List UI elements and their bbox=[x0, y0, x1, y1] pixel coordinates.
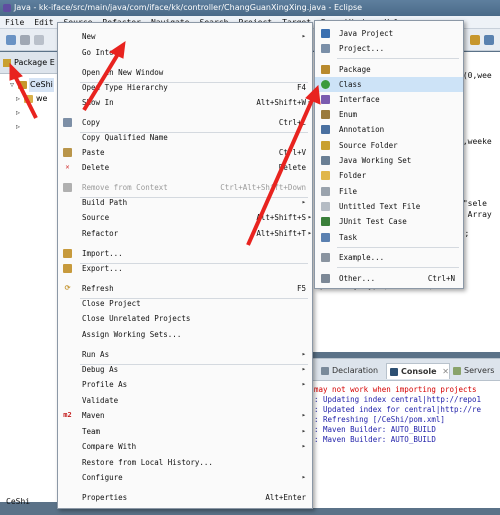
arrow-to-new-head bbox=[108, 40, 126, 59]
arrow-to-class-head bbox=[305, 84, 321, 105]
arrow-to-new bbox=[82, 52, 120, 112]
arrow-to-project bbox=[12, 73, 38, 119]
arrow-to-class bbox=[246, 99, 314, 246]
arrow-to-project-head bbox=[9, 62, 23, 81]
annotation-arrows bbox=[9, 40, 321, 246]
